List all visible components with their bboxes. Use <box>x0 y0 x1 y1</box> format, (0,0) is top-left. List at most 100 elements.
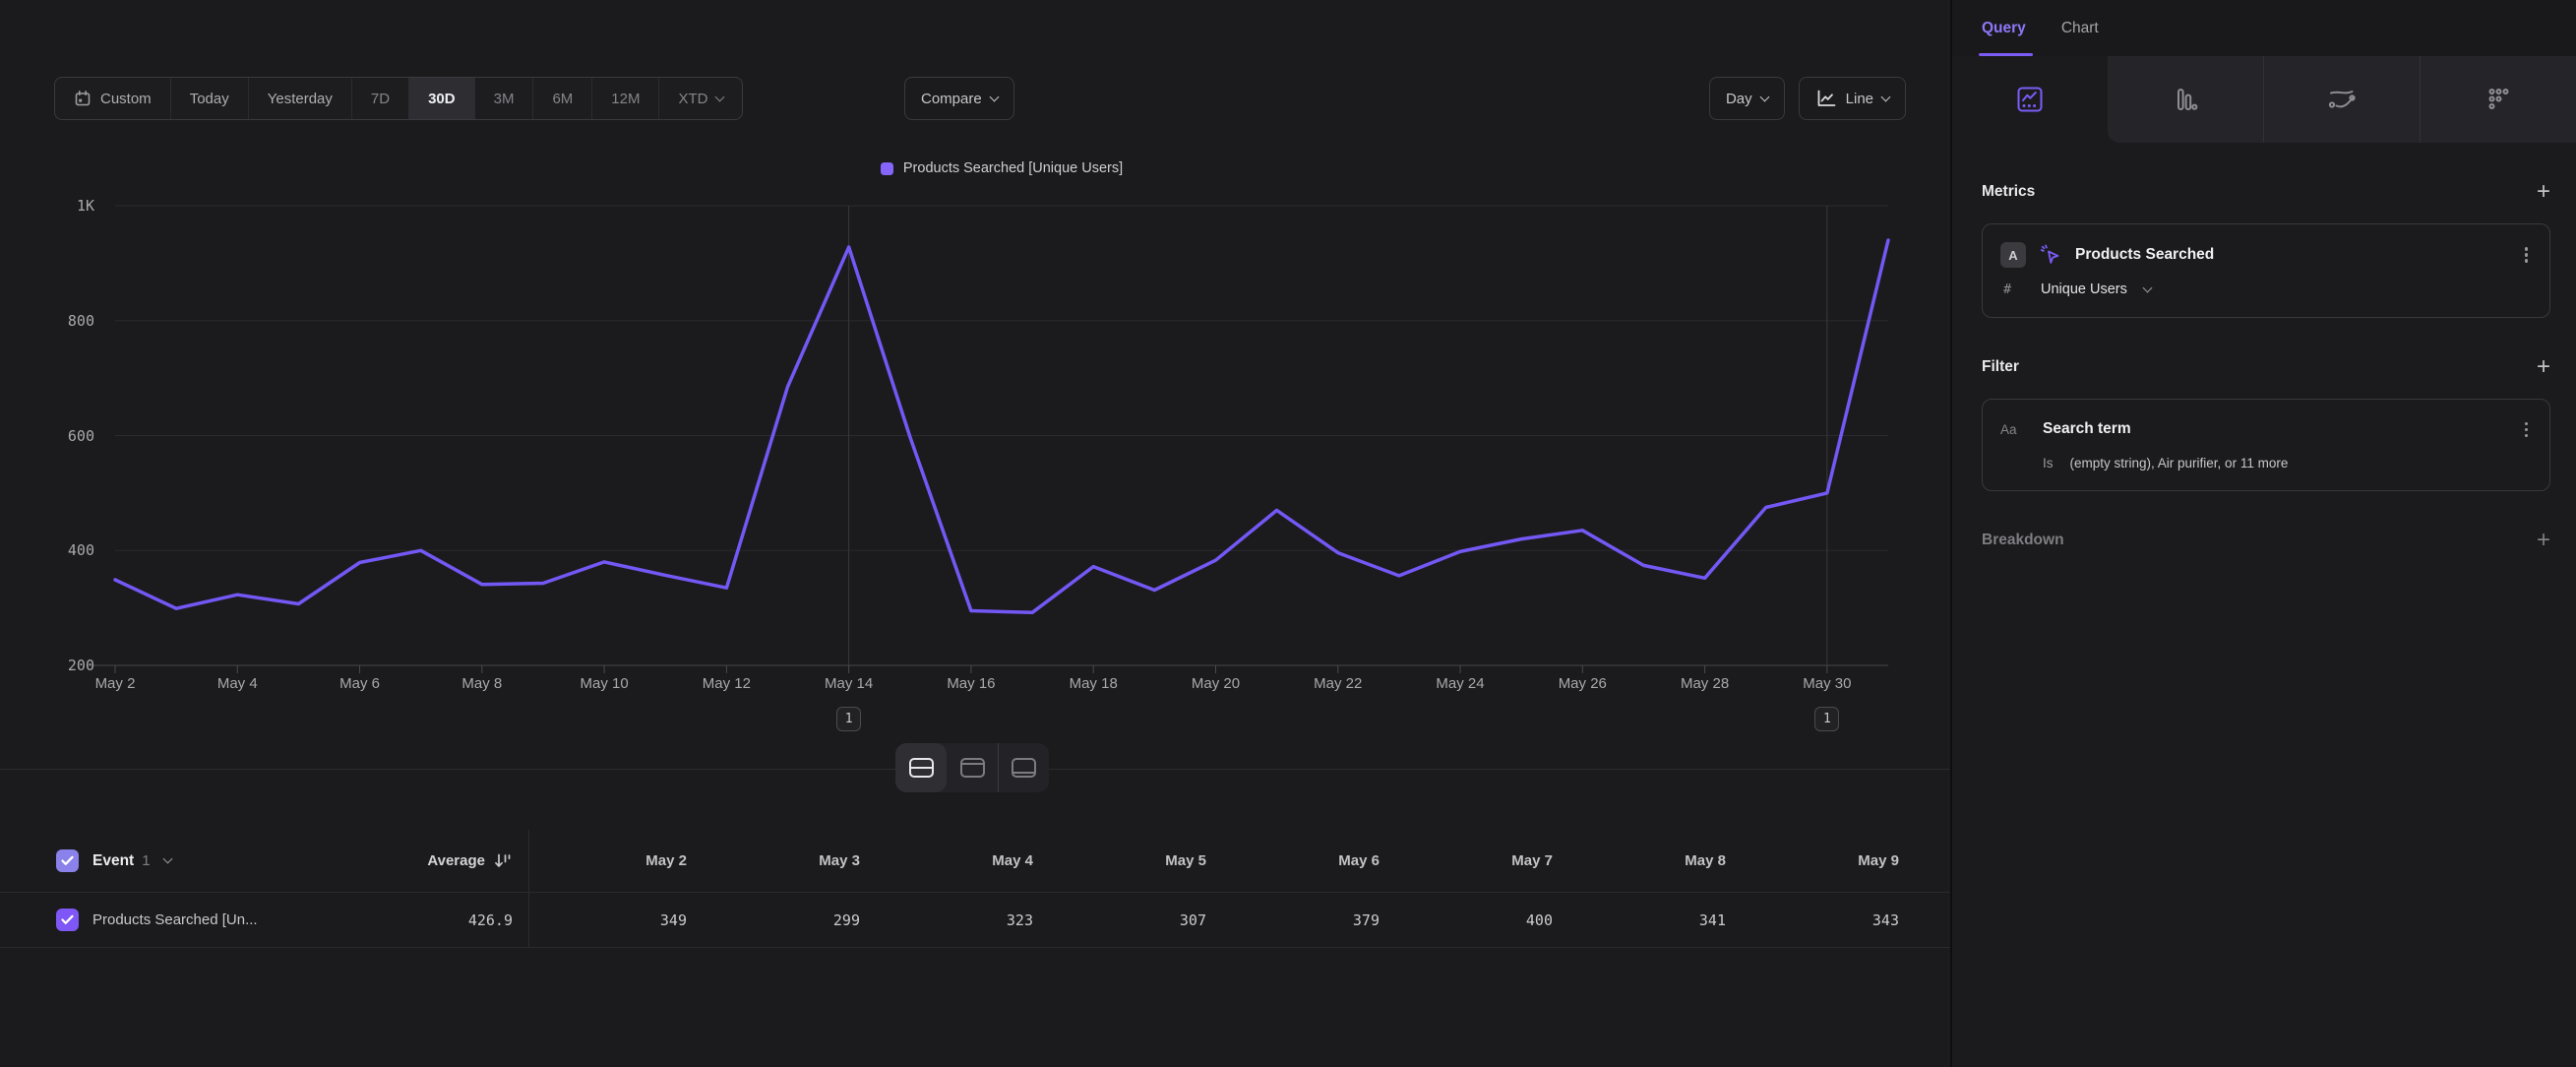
tab-funnels[interactable] <box>2108 56 2263 143</box>
date-column-header[interactable]: May 6 <box>1222 830 1395 892</box>
chevron-down-icon <box>989 92 999 101</box>
y-axis-label: 600 <box>37 427 94 445</box>
tab-flows[interactable] <box>2263 56 2420 143</box>
check-icon <box>61 914 74 925</box>
date-column-header[interactable]: May 5 <box>1049 830 1222 892</box>
series-name: Products Searched [Unique Users] <box>903 160 1123 176</box>
filter-property-name: Search term <box>2043 420 2131 438</box>
chevron-down-icon <box>1881 92 1891 101</box>
date-range-30d[interactable]: 30D <box>409 78 475 119</box>
chart-only-view-button[interactable] <box>947 743 998 792</box>
metric-menu-button[interactable] <box>2521 243 2533 268</box>
query-sidebar: Query Chart Metrics + <box>1950 0 2576 1067</box>
date-value-cell: 323 <box>876 893 1049 947</box>
report-type-tabs <box>1952 56 2576 143</box>
date-range-group: Custom Today Yesterday 7D 30D 3M 6M 12M … <box>54 77 743 120</box>
app: Custom Today Yesterday 7D 30D 3M 6M 12M … <box>0 0 2576 1067</box>
y-axis-label: 400 <box>37 541 94 559</box>
chart-controls: Day Line <box>1709 77 1906 120</box>
date-range-6m[interactable]: 6M <box>533 78 592 119</box>
x-axis-label: May 10 <box>555 675 653 692</box>
event-count: 1 <box>142 852 150 869</box>
series-checkbox[interactable] <box>56 909 79 931</box>
filter-card[interactable]: Aa Search term Is (empty string), Air pu… <box>1982 399 2550 491</box>
annotation-badge[interactable]: 1 <box>836 707 861 731</box>
filter-title: Filter <box>1982 358 2019 376</box>
chevron-down-icon[interactable] <box>162 854 172 864</box>
x-axis-label: May 8 <box>433 675 531 692</box>
x-axis-label: May 28 <box>1656 675 1754 692</box>
filter-operator[interactable]: Is <box>2043 456 2054 471</box>
date-range-today[interactable]: Today <box>171 78 249 119</box>
split-view-icon <box>909 758 934 778</box>
table-view-icon <box>1012 758 1036 778</box>
filter-value[interactable]: (empty string), Air purifier, or 11 more <box>2070 456 2289 471</box>
add-breakdown-button[interactable]: + <box>2537 529 2550 552</box>
tab-insights[interactable] <box>1952 56 2108 143</box>
date-range-xtd[interactable]: XTD <box>659 78 742 119</box>
average-value-cell: 426.9 <box>268 893 528 947</box>
annotation-badge[interactable]: 1 <box>1814 707 1839 731</box>
tab-query[interactable]: Query <box>1982 0 2026 56</box>
table-only-view-button[interactable] <box>998 743 1049 792</box>
date-range-3m[interactable]: 3M <box>475 78 534 119</box>
select-all-checkbox[interactable] <box>56 849 79 872</box>
granularity-button[interactable]: Day <box>1709 77 1785 120</box>
x-axis-label: May 26 <box>1533 675 1631 692</box>
y-axis-label: 800 <box>37 312 94 330</box>
series-name-cell: Products Searched [Un... <box>0 893 268 947</box>
date-column-header[interactable]: May 9 <box>1742 830 1915 892</box>
x-axis-label: May 24 <box>1411 675 1509 692</box>
chart-type-button[interactable]: Line <box>1799 77 1906 120</box>
line-chart[interactable] <box>115 206 1888 665</box>
x-axis-label: May 16 <box>922 675 1020 692</box>
event-cursor-icon <box>2039 243 2062 267</box>
metric-card[interactable]: A Products Searched # Unique Users <box>1982 223 2550 318</box>
date-column-header[interactable]: May 2 <box>529 830 703 892</box>
date-value-cell: 299 <box>703 893 876 947</box>
date-value-cell: 349 <box>529 893 703 947</box>
event-header-cell: Event 1 <box>0 830 268 892</box>
event-label: Event <box>92 852 134 870</box>
date-values-row: 349299323307379400341343 <box>528 893 1915 947</box>
tab-chart[interactable]: Chart <box>2061 0 2099 56</box>
bar-chart-icon <box>2171 85 2200 114</box>
metric-event-name: Products Searched <box>2075 246 2214 264</box>
add-filter-button[interactable]: + <box>2537 355 2550 379</box>
add-metric-button[interactable]: + <box>2537 180 2550 204</box>
x-axis-label: May 20 <box>1166 675 1264 692</box>
sidebar-tabbar: Query Chart <box>1952 0 2576 56</box>
results-table: Event 1 Average May 2May 3May 4May 5May … <box>0 830 1950 948</box>
date-column-header[interactable]: May 8 <box>1568 830 1742 892</box>
breakdown-section-header: Breakdown + <box>1982 529 2550 552</box>
date-range-yesterday[interactable]: Yesterday <box>249 78 352 119</box>
date-range-custom[interactable]: Custom <box>55 78 171 119</box>
chart-view-icon <box>960 758 985 778</box>
query-builder: Metrics + A Products Searched # Unique U… <box>1952 143 2576 552</box>
insights-icon <box>2015 85 2045 114</box>
metric-letter-badge: A <box>2000 242 2026 268</box>
date-column-header[interactable]: May 4 <box>876 830 1049 892</box>
y-axis-label: 1K <box>37 197 94 215</box>
date-range-label: Custom <box>100 91 152 107</box>
aggregation-selector[interactable]: Unique Users <box>2041 282 2127 297</box>
compare-button[interactable]: Compare <box>904 77 1014 120</box>
split-view-button[interactable] <box>895 743 947 792</box>
x-axis-label: May 14 <box>800 675 898 692</box>
chevron-down-icon <box>715 92 725 101</box>
line-chart-icon <box>1815 89 1837 108</box>
filter-menu-button[interactable] <box>2521 417 2533 442</box>
date-column-header[interactable]: May 3 <box>703 830 876 892</box>
aggregation-symbol: # <box>2003 282 2026 297</box>
metrics-title: Metrics <box>1982 183 2035 201</box>
view-toggle <box>895 743 1049 792</box>
series-name: Products Searched [Un... <box>92 911 258 928</box>
tab-retention[interactable] <box>2420 56 2576 143</box>
date-range-7d[interactable]: 7D <box>352 78 409 119</box>
chart-legend[interactable]: Products Searched [Unique Users] <box>115 160 1888 176</box>
date-range-12m[interactable]: 12M <box>592 78 659 119</box>
chevron-down-icon <box>1759 92 1769 101</box>
table-row: Products Searched [Un... 426.9 349299323… <box>0 893 1950 948</box>
date-column-header[interactable]: May 7 <box>1395 830 1568 892</box>
average-header-cell[interactable]: Average <box>268 830 528 892</box>
